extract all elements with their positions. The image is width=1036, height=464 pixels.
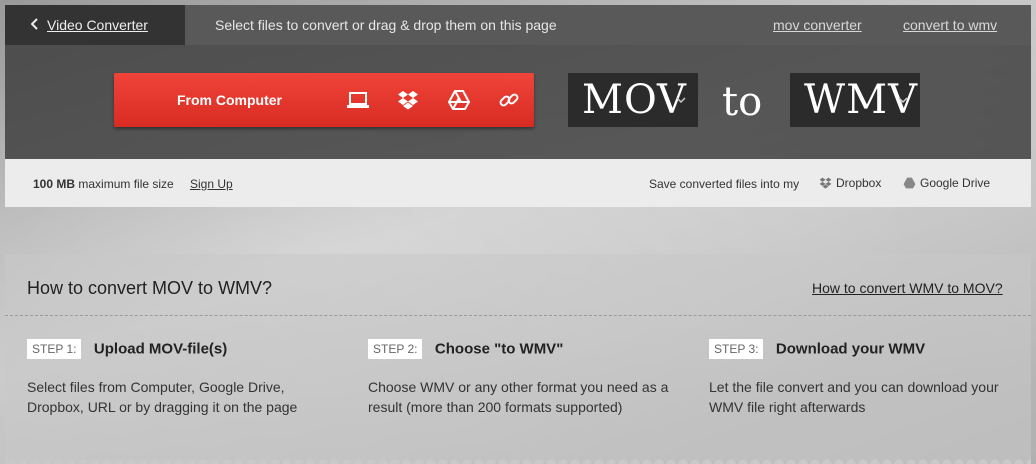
- google-drive-icon[interactable]: [446, 88, 472, 112]
- save-label: Save converted files into my: [649, 177, 800, 191]
- step-description: Choose WMV or any other format you need …: [368, 379, 669, 415]
- save-google-drive-link[interactable]: Google Drive: [903, 176, 990, 190]
- save-dropbox-label: Dropbox: [836, 176, 882, 190]
- step-title: Upload MOV-file(s): [93, 340, 228, 358]
- back-link-label: Video Converter: [47, 17, 148, 33]
- link-icon[interactable]: [496, 88, 522, 112]
- info-bar: 100 MB maximum file size Sign Up Save co…: [5, 159, 1031, 207]
- to-word: to: [722, 79, 763, 125]
- top-hint: Select files to convert or drag & drop t…: [215, 17, 557, 33]
- save-google-drive-label: Google Drive: [920, 176, 991, 190]
- step-badge: STEP 3:: [709, 339, 764, 359]
- chevron-down-icon: [898, 91, 908, 107]
- page: Video Converter Select files to convert …: [5, 5, 1031, 464]
- step-badge: STEP 2:: [368, 339, 423, 359]
- converter-band: From Computer MOV to WMV: [5, 45, 1031, 159]
- max-size-text: maximum file size: [78, 177, 174, 191]
- step-2: STEP 2: Choose "to WMV" Choose WMV or an…: [368, 339, 678, 417]
- chevron-down-icon: [676, 91, 686, 107]
- laptop-icon[interactable]: [345, 88, 371, 112]
- max-size-value: 100 MB: [33, 177, 76, 191]
- step-title: Download your WMV: [775, 340, 926, 358]
- convert-to-wmv-link[interactable]: convert to wmv: [903, 17, 997, 33]
- from-format-select[interactable]: MOV: [568, 73, 698, 127]
- back-link-video-converter[interactable]: Video Converter: [5, 5, 185, 45]
- from-format-value: MOV: [582, 77, 687, 123]
- chevron-left-icon: [30, 17, 39, 33]
- from-computer-label: From Computer: [177, 92, 282, 108]
- scalloped-edge: [5, 458, 1031, 464]
- max-size-info: 100 MB maximum file size: [33, 177, 174, 191]
- step-3: STEP 3: Download your WMV Let the file c…: [709, 339, 1019, 417]
- step-description: Select files from Computer, Google Drive…: [27, 379, 298, 415]
- top-bar: Video Converter Select files to convert …: [5, 5, 1031, 45]
- google-drive-icon: [903, 177, 916, 189]
- step-1: STEP 1: Upload MOV-file(s) Select files …: [27, 339, 337, 417]
- dropbox-icon: [819, 177, 832, 189]
- save-dropbox-link[interactable]: Dropbox: [819, 176, 881, 190]
- how-to-panel: How to convert MOV to WMV? How to conver…: [5, 254, 1031, 464]
- sign-up-link[interactable]: Sign Up: [190, 177, 233, 191]
- step-badge: STEP 1:: [27, 339, 82, 359]
- step-description: Let the file convert and you can downloa…: [709, 379, 999, 415]
- to-format-select[interactable]: WMV: [790, 73, 920, 127]
- mov-converter-link[interactable]: mov converter: [773, 17, 862, 33]
- reverse-howto-link[interactable]: How to convert WMV to MOV?: [812, 280, 1003, 296]
- divider: [5, 315, 1031, 316]
- how-to-title: How to convert MOV to WMV?: [27, 278, 273, 298]
- dropbox-icon[interactable]: [395, 88, 421, 112]
- step-title: Choose "to WMV": [434, 340, 564, 358]
- from-computer-button[interactable]: From Computer: [114, 73, 534, 127]
